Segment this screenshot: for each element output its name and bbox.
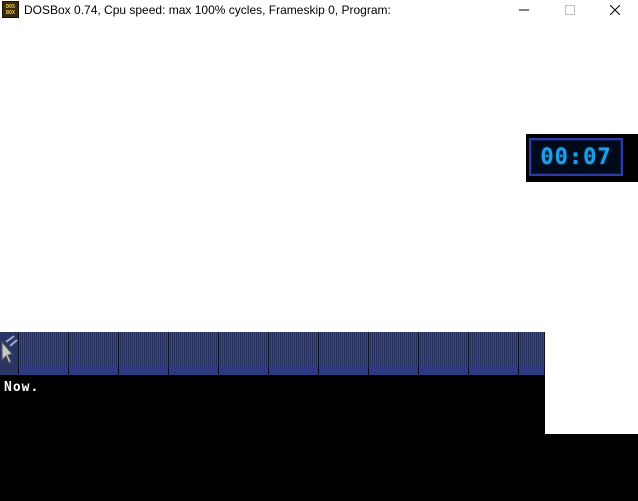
maximize-icon bbox=[565, 5, 575, 15]
toolbar-slot[interactable] bbox=[19, 332, 69, 375]
bottom-right-panel bbox=[545, 434, 638, 501]
toolbar-slot[interactable] bbox=[169, 332, 219, 375]
toolbar-slot[interactable] bbox=[219, 332, 269, 375]
toolbar-slot[interactable] bbox=[419, 332, 469, 375]
close-button[interactable] bbox=[592, 0, 638, 20]
toolbar-slot[interactable] bbox=[69, 332, 119, 375]
maximize-button[interactable] bbox=[547, 0, 593, 20]
dosbox-window: DOS BOX DOSBox 0.74, Cpu speed: max 100%… bbox=[0, 0, 638, 501]
toolbar-slot[interactable] bbox=[519, 332, 545, 375]
game-screen[interactable]: 00:07 Now. bbox=[0, 20, 638, 501]
toolbar-slot[interactable] bbox=[269, 332, 319, 375]
window-title: DOSBox 0.74, Cpu speed: max 100% cycles,… bbox=[24, 3, 391, 17]
close-icon bbox=[610, 5, 620, 15]
message-text: Now. bbox=[4, 380, 40, 395]
toolbar-slot[interactable] bbox=[369, 332, 419, 375]
dosbox-icon[interactable]: DOS BOX bbox=[2, 1, 19, 18]
skill-toolbar bbox=[0, 332, 545, 375]
minimize-button[interactable] bbox=[501, 0, 547, 20]
title-bar[interactable]: DOS BOX DOSBox 0.74, Cpu speed: max 100%… bbox=[0, 0, 638, 20]
toolbar-slot[interactable] bbox=[319, 332, 369, 375]
timer-panel: 00:07 bbox=[526, 134, 638, 182]
message-area: Now. bbox=[0, 375, 545, 501]
toolbar-slot[interactable] bbox=[119, 332, 169, 375]
timer-display: 00:07 bbox=[529, 138, 623, 176]
timer-text: 00:07 bbox=[540, 144, 612, 170]
toolbar-slot[interactable] bbox=[469, 332, 519, 375]
arrow-cursor-icon bbox=[1, 335, 18, 364]
toolbar-cursor-slot[interactable] bbox=[0, 332, 19, 375]
minimize-icon bbox=[519, 9, 529, 11]
icon-text-bottom: BOX bbox=[5, 9, 16, 16]
